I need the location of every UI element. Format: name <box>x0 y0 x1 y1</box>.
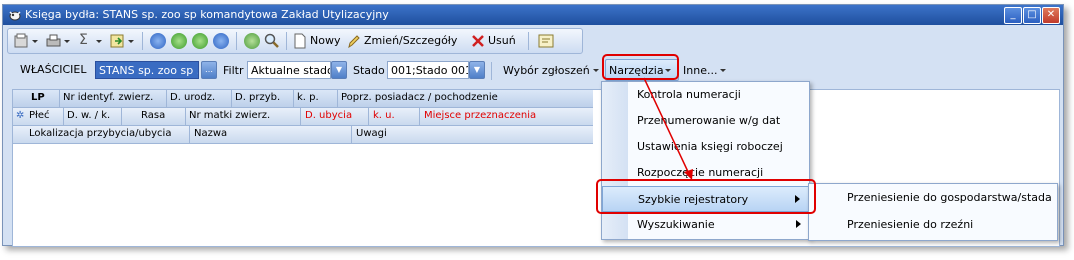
col-breed[interactable]: Rasa <box>141 110 165 121</box>
toolbar-separator <box>491 62 492 80</box>
filter-select[interactable]: Aktualne stado <box>247 61 331 79</box>
sum-dropdown-icon[interactable]: Σ <box>78 32 104 49</box>
refresh-icon[interactable] <box>244 33 260 49</box>
menu-item-kontrola-numeracji[interactable]: Kontrola numeracji <box>602 82 809 108</box>
col-arrival-date[interactable]: D. przyb. <box>235 92 280 103</box>
annotation-box-szybkie-rejestratory <box>596 179 816 214</box>
column-divider <box>166 90 167 107</box>
maximize-button[interactable]: □ <box>1023 7 1041 24</box>
col-sex[interactable]: Płeć <box>29 110 50 121</box>
stado-dropdown-icon[interactable]: ▼ <box>469 61 485 79</box>
owner-field[interactable]: STANS sp. zoo sp ... <box>95 61 199 79</box>
toolbar-separator <box>286 32 287 50</box>
first-record-icon[interactable] <box>150 33 166 49</box>
wybor-chevron-down-icon <box>593 69 599 72</box>
export-dropdown-icon[interactable] <box>110 33 136 49</box>
column-divider <box>293 90 294 107</box>
col-previous-owner[interactable]: Poprz. posiadacz / pochodzenie <box>341 92 498 103</box>
col-ku[interactable]: k. u. <box>373 110 395 121</box>
next-record-icon[interactable] <box>192 33 208 49</box>
minimize-button[interactable]: _ <box>1004 7 1022 24</box>
close-button[interactable]: ✕ <box>1042 7 1060 24</box>
column-divider <box>351 126 352 143</box>
edit-details-button[interactable]: Zmień/Szczegóły <box>364 34 457 47</box>
column-divider <box>121 108 122 125</box>
submenu-item-przeniesienie-gospodarstwo[interactable]: Przeniesienie do gospodarstwa/stada <box>809 184 1057 211</box>
layout-dropdown-icon[interactable] <box>14 33 40 49</box>
menu-item-przenumerowanie[interactable]: Przenumerowanie w/g dat <box>602 108 809 134</box>
edit-pencil-icon <box>348 35 360 49</box>
stado-select[interactable]: 001;Stado 001 <box>387 61 469 79</box>
filter-toolbar: WŁAŚCICIEL STANS sp. zoo sp ... … Filtr … <box>17 59 1062 84</box>
menu-item-label: Wyszukiwanie <box>637 218 715 231</box>
grid-header-row-3: Lokalizacja przybycia/ubycia Nazwa Uwagi <box>13 126 593 144</box>
toolbar-separator <box>236 32 237 50</box>
new-button[interactable]: Nowy <box>310 34 340 47</box>
column-divider <box>189 126 190 143</box>
column-divider <box>231 90 232 107</box>
column-divider <box>368 108 369 125</box>
col-notes[interactable]: Uwagi <box>356 128 387 139</box>
delete-button[interactable]: Usuń <box>488 34 516 47</box>
submenu-item-label: Przeniesienie do gospodarstwa/stada <box>847 191 1052 204</box>
col-mother-id[interactable]: Nr matki zwierz. <box>189 110 270 121</box>
sum-symbol: Σ <box>79 32 88 48</box>
column-divider <box>300 108 301 125</box>
column-divider <box>59 90 60 107</box>
new-row-marker-icon: ✲ <box>16 110 25 121</box>
grid-header-row-2: ✲ Płeć D. w. / k. Rasa Nr matki zwierz. … <box>13 108 593 126</box>
search-icon[interactable] <box>264 33 280 49</box>
submenu-item-label: Przeniesienie do rzeźni <box>847 218 974 231</box>
col-birth-date[interactable]: D. urodz. <box>170 92 215 103</box>
col-lp[interactable]: LP <box>31 92 45 103</box>
column-divider <box>63 108 64 125</box>
annotation-arrow-icon <box>643 77 693 180</box>
toolbar-separator <box>528 32 529 50</box>
main-toolbar: Σ Nowy Zmień/Szczegóły Usuń <box>7 28 583 54</box>
owner-label: WŁAŚCICIEL <box>20 63 87 76</box>
toolbar-separator <box>142 32 143 50</box>
inne-chevron-down-icon <box>720 69 726 72</box>
submenu-arrow-icon <box>796 220 801 228</box>
title-bar: Księga bydła: STANS sp. zoo sp komandyto… <box>3 5 1063 25</box>
col-name[interactable]: Nazwa <box>194 128 227 139</box>
col-dw-k[interactable]: D. w. / k. <box>67 110 110 121</box>
window-title: Księga bydła: STANS sp. zoo sp komandyto… <box>25 8 389 21</box>
preview-icon[interactable] <box>538 33 554 49</box>
column-divider <box>419 108 420 125</box>
new-document-icon <box>294 33 306 49</box>
column-divider <box>337 90 338 107</box>
menu-item-wyszukiwanie[interactable]: Wyszukiwanie <box>602 212 809 238</box>
col-animal-id[interactable]: Nr identyf. zwierz. <box>63 92 153 103</box>
szybkie-rejestratory-submenu: Przeniesienie do gospodarstwa/stada Prze… <box>808 183 1058 241</box>
col-kp[interactable]: k. p. <box>297 92 319 103</box>
col-destination[interactable]: Miejsce przeznaczenia <box>424 110 536 121</box>
column-divider <box>185 108 186 125</box>
narzedzia-dropdown-menu: Kontrola numeracji Przenumerowanie w/g d… <box>601 81 810 240</box>
grid-header-row-1: LP Nr identyf. zwierz. D. urodz. D. przy… <box>13 90 593 108</box>
print-dropdown-icon[interactable] <box>46 33 72 49</box>
sum-chevron-icon <box>96 40 102 43</box>
col-departure-date[interactable]: D. ubycia <box>305 110 352 121</box>
stado-label: Stado <box>353 64 385 77</box>
filter-dropdown-icon[interactable]: ▼ <box>331 61 347 79</box>
previous-record-icon[interactable] <box>171 33 187 49</box>
last-record-icon[interactable] <box>213 33 229 49</box>
col-location[interactable]: Lokalizacja przybycia/ubycia <box>29 128 171 139</box>
owner-browse-button[interactable]: … <box>201 61 217 79</box>
wybor-zgloszen-menu[interactable]: Wybór zgłoszeń <box>503 64 590 77</box>
submenu-item-przeniesienie-rzeznia[interactable]: Przeniesienie do rzeźni <box>809 211 1057 238</box>
cow-app-icon <box>9 11 21 21</box>
delete-x-icon <box>472 35 484 47</box>
menu-item-ustawienia-ksiegi[interactable]: Ustawienia księgi roboczej <box>602 134 809 160</box>
filter-label: Filtr <box>223 64 244 77</box>
